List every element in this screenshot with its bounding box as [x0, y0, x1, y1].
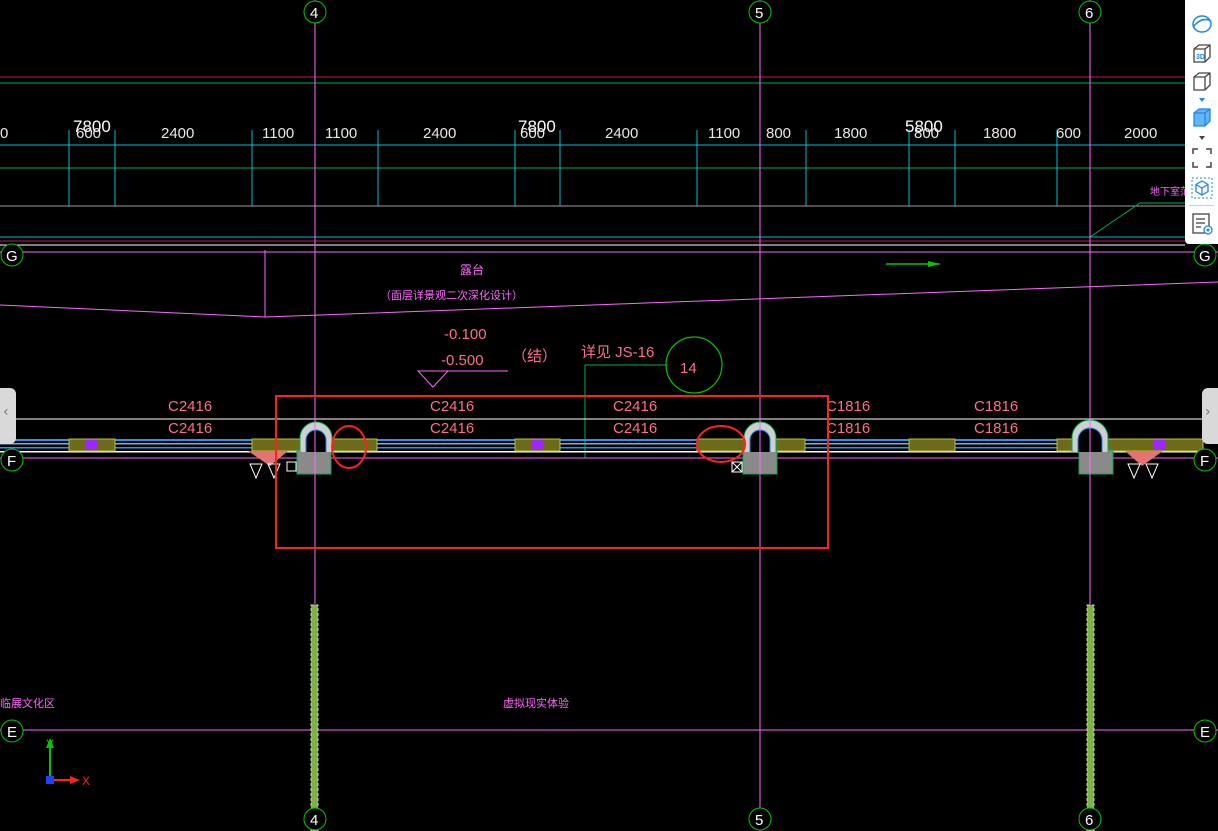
basement-label: 地下室范 — [1150, 187, 1190, 198]
axis-bubble-6-top: 6 — [1078, 0, 1102, 24]
svg-text:F: F — [1200, 453, 1209, 470]
3d-view-icon[interactable]: 3D — [1190, 42, 1214, 66]
dim-segment: 2000 — [1124, 125, 1157, 142]
dim-segment: 0 — [0, 125, 8, 142]
window-label: C2416 — [430, 398, 474, 415]
axis-bubble-g-right: G — [1193, 243, 1217, 267]
svg-text:Y: Y — [46, 737, 54, 751]
svg-text:G: G — [6, 248, 18, 265]
svg-text:6: 6 — [1085, 812, 1093, 829]
dim-segment: 1100 — [325, 125, 357, 142]
terrace-title: 露台 — [460, 262, 484, 277]
left-panel-toggle[interactable]: ‹ — [0, 388, 16, 444]
right-panel-toggle[interactable]: › — [1202, 388, 1218, 444]
axis-bubble-g-left: G — [0, 243, 24, 267]
window-label: C1816 — [826, 420, 870, 437]
svg-text:X: X — [82, 774, 90, 788]
chevron-down-icon[interactable] — [1197, 134, 1207, 142]
column-6 — [1071, 419, 1114, 475]
window-label: C2416 — [168, 398, 212, 415]
dim-segment: 1800 — [834, 125, 867, 142]
dim-segment: 1100 — [708, 125, 740, 142]
terrace-boundary — [0, 281, 1218, 318]
column-strip — [310, 604, 319, 831]
toolbar-divider — [1189, 205, 1214, 206]
leader-line — [1089, 202, 1141, 238]
view-cube-icon[interactable] — [1190, 70, 1214, 94]
column-strip — [1086, 604, 1095, 831]
drain-markers-right — [1125, 451, 1163, 480]
shaded-cube-icon[interactable] — [1190, 106, 1214, 130]
window-label: C2416 — [430, 420, 474, 437]
elevation-note: （结） — [512, 348, 557, 365]
svg-text:F: F — [7, 453, 16, 470]
svg-text:E: E — [1200, 724, 1210, 741]
ucs-icon: Y X — [46, 737, 90, 788]
terrace-note: （面层详景观二次深化设计） — [380, 288, 523, 302]
dim-segment: 1800 — [983, 125, 1016, 142]
3d-orbit-icon[interactable] — [1190, 12, 1214, 36]
svg-text:5: 5 — [755, 5, 763, 22]
svg-text:3D: 3D — [1196, 54, 1205, 61]
window-glazing — [0, 439, 1200, 453]
axis-bubble-4-top: 4 — [303, 0, 327, 24]
svg-text:6: 6 — [1085, 5, 1093, 22]
drain-markers-left — [248, 451, 297, 480]
axis-bubble-5-top: 5 — [748, 0, 772, 24]
dim-segment: 800 — [914, 125, 939, 142]
elevation-value: -0.100 — [444, 326, 487, 343]
layer-properties-icon[interactable] — [1190, 212, 1214, 236]
model-box-icon[interactable] — [1190, 176, 1214, 200]
axis-bubble-5-bottom: 5 — [748, 807, 772, 831]
svg-text:E: E — [7, 724, 17, 741]
svg-text:5: 5 — [755, 812, 763, 829]
dim-segment: 2400 — [605, 125, 638, 142]
axis-bubble-4-bottom: 4 — [303, 807, 327, 831]
svg-text:4: 4 — [310, 5, 318, 22]
detail-number: 14 — [680, 360, 697, 377]
svg-text:4: 4 — [310, 812, 318, 829]
view-toolbar: 3D — [1185, 0, 1218, 244]
dim-segment: 600 — [520, 125, 545, 142]
axis-bubble-f-right: F — [1193, 448, 1217, 472]
dim-segment: 600 — [76, 125, 101, 142]
dim-segment: 800 — [766, 125, 791, 142]
arrow-head — [928, 261, 940, 267]
chevron-right-icon: › — [1205, 404, 1211, 420]
cad-drawing-canvas[interactable]: 0 7800 600 2400 1100 1100 2400 7800 600 … — [0, 0, 1218, 831]
axis-bubble-e-left: E — [0, 719, 24, 743]
dim-segment: 2400 — [423, 125, 456, 142]
dim-segment: 2400 — [161, 125, 194, 142]
window-label: C2416 — [168, 420, 212, 437]
elevation-marker — [416, 370, 450, 388]
window-label: C1816 — [974, 420, 1018, 437]
fullscreen-icon[interactable] — [1190, 146, 1214, 170]
dim-segment: 1100 — [262, 125, 294, 142]
window-label: C2416 — [613, 398, 657, 415]
axis-bubble-e-right: E — [1193, 719, 1217, 743]
window-label: C1816 — [826, 398, 870, 415]
elevation-value: -0.500 — [441, 352, 484, 369]
chevron-left-icon: ‹ — [3, 404, 9, 420]
area-label: 虚拟现实体验 — [503, 696, 569, 710]
axis-bubble-6-bottom: 6 — [1078, 807, 1102, 831]
dim-segment: 600 — [1056, 125, 1081, 142]
chevron-down-icon[interactable] — [1197, 96, 1207, 104]
axis-bubble-f-left: F — [0, 448, 24, 472]
detail-reference: 详见 JS-16 — [581, 344, 654, 361]
area-label: 临展文化区 — [0, 696, 55, 710]
window-label: C2416 — [613, 420, 657, 437]
svg-text:G: G — [1199, 248, 1211, 265]
window-label: C1816 — [974, 398, 1018, 415]
